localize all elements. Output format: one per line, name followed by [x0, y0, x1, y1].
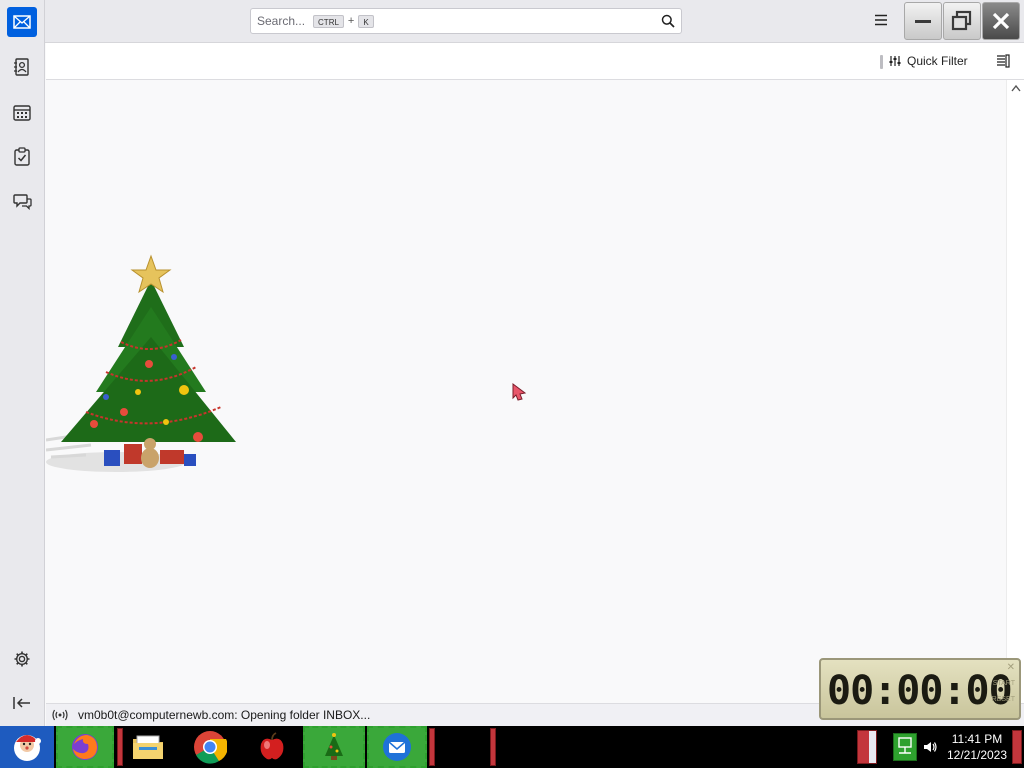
taskbar-christmas-tree-app[interactable] [303, 726, 365, 768]
mail-space-button[interactable] [7, 7, 37, 37]
timer-start-button[interactable]: START [993, 680, 1015, 687]
mouse-cursor-icon [512, 383, 527, 401]
thunderbird-icon [383, 733, 411, 761]
taskbar: 11:41 PM 12/21/2023 [0, 726, 1024, 768]
tasks-icon [14, 146, 30, 166]
restore-button[interactable] [943, 2, 981, 40]
close-icon [992, 12, 1010, 30]
tray-show-hidden-icon[interactable] [857, 730, 877, 764]
calendar-icon [13, 104, 31, 121]
mail-icon [13, 15, 31, 29]
network-icon [898, 737, 912, 754]
clock-date: 12/21/2023 [946, 748, 1008, 762]
firefox-icon [72, 734, 98, 760]
close-button[interactable] [982, 2, 1020, 40]
tasks-space-button[interactable] [7, 141, 37, 171]
timer-widget: ✕ 00:00:00 START RESET [819, 658, 1021, 720]
taskbar-file-explorer[interactable] [126, 726, 170, 768]
timer-reset-button[interactable]: RESET [992, 696, 1015, 703]
status-text: vm0b0t@computernewb.com: Opening folder … [78, 708, 371, 722]
collapse-icon [13, 697, 30, 709]
file-explorer-icon [133, 735, 163, 759]
toolbar-separator [880, 55, 883, 69]
address-book-icon [14, 58, 29, 76]
message-pane [46, 80, 1006, 703]
collapse-spaces-button[interactable] [7, 688, 37, 718]
chrome-icon [194, 731, 227, 764]
app-menu-icon[interactable] [873, 12, 889, 28]
taskbar-divider [490, 728, 496, 766]
restore-icon [951, 10, 972, 31]
minimize-icon [915, 20, 931, 23]
settings-button[interactable] [7, 644, 37, 674]
taskbar-divider [429, 728, 435, 766]
start-button[interactable] [0, 726, 54, 768]
address-book-space-button[interactable] [7, 52, 37, 82]
taskbar-apple-app[interactable] [250, 726, 294, 768]
chat-space-button[interactable] [7, 186, 37, 216]
column-layout-icon[interactable] [996, 54, 1010, 68]
taskbar-firefox[interactable] [56, 726, 114, 768]
christmas-tree-decoration [46, 254, 236, 472]
taskbar-thunderbird[interactable] [367, 726, 427, 768]
title-bar: Search... CTRL + K [45, 0, 1024, 43]
calendar-space-button[interactable] [7, 97, 37, 127]
search-input[interactable]: Search... CTRL + K [250, 8, 682, 34]
shortcut-key-ctrl: CTRL [313, 14, 344, 28]
quick-filter-button[interactable]: Quick Filter [889, 54, 968, 68]
settings-icon [14, 651, 30, 667]
chat-icon [12, 193, 32, 210]
apple-icon [260, 732, 284, 760]
christmas-tree-icon [325, 733, 343, 760]
filter-sliders-icon [889, 56, 901, 66]
online-status-icon[interactable] [52, 709, 68, 721]
taskbar-divider [117, 728, 123, 766]
search-placeholder: Search... [257, 14, 306, 28]
show-desktop-button[interactable] [1012, 730, 1022, 764]
quick-filter-bar: Quick Filter [46, 43, 1024, 80]
shortcut-plus: + [347, 15, 355, 27]
timer-display: 00:00:00 [827, 668, 1013, 714]
spaces-toolbar [0, 0, 45, 726]
taskbar-chrome[interactable] [188, 726, 232, 768]
minimize-button[interactable] [904, 2, 942, 40]
quick-filter-label: Quick Filter [907, 54, 968, 68]
volume-icon[interactable] [922, 739, 938, 755]
start-santa-icon [14, 735, 41, 761]
clock-time: 11:41 PM [951, 732, 1003, 746]
scroll-up-arrow-icon[interactable] [1011, 84, 1021, 92]
network-tray-icon[interactable] [893, 733, 917, 761]
shortcut-key-k: K [358, 14, 374, 28]
search-icon[interactable] [661, 14, 675, 28]
system-clock[interactable]: 11:41 PM 12/21/2023 [942, 731, 1012, 763]
message-list-scrollbar[interactable] [1006, 80, 1024, 703]
